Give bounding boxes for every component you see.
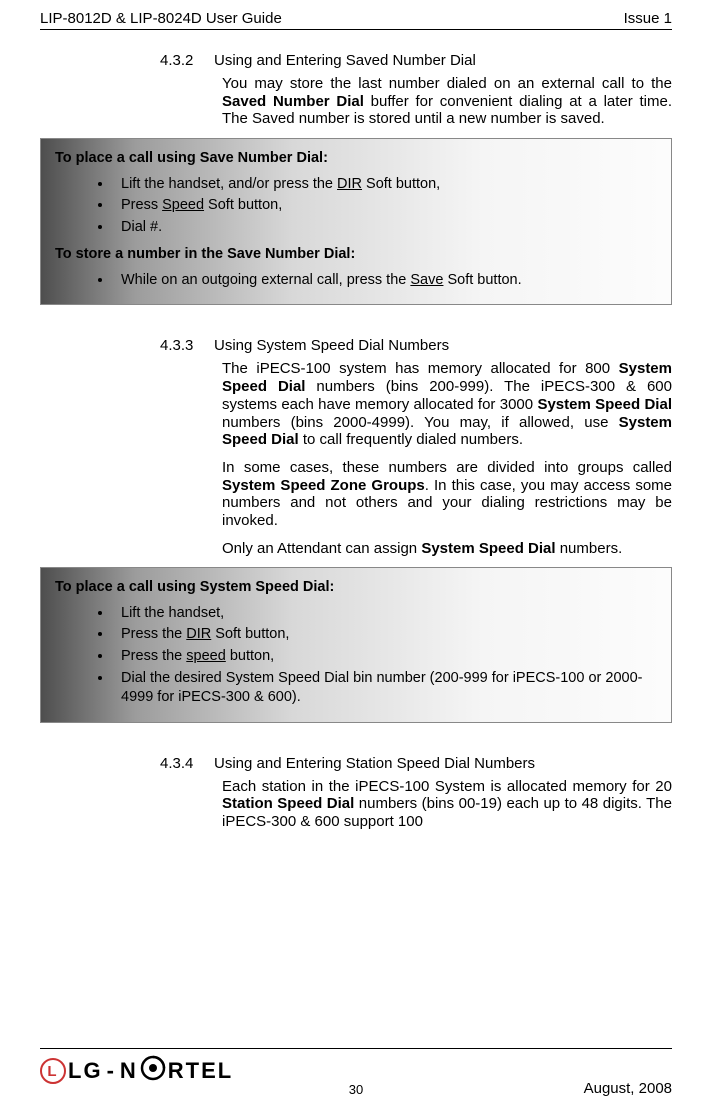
header-title-left: LIP-8012D & LIP-8024D User Guide bbox=[40, 10, 282, 27]
instruction-box-title: To place a call using Save Number Dial: bbox=[55, 149, 657, 169]
footer-date: August, 2008 bbox=[584, 1080, 672, 1097]
instruction-list: Lift the handset,Press the DIR Soft butt… bbox=[55, 604, 657, 708]
instruction-box: To place a call using System Speed Dial:… bbox=[40, 567, 672, 722]
instruction-box-title: To store a number in the Save Number Dia… bbox=[55, 245, 657, 265]
body-paragraph: Each station in the iPECS-100 System is … bbox=[222, 778, 672, 831]
instruction-box: To place a call using Save Number Dial: L… bbox=[40, 138, 672, 305]
section-heading: 4.3.4Using and Entering Station Speed Di… bbox=[160, 755, 672, 772]
page-number: 30 bbox=[349, 1082, 363, 1097]
section-title: Using System Speed Dial Numbers bbox=[214, 337, 449, 354]
lg-logo-text: LG bbox=[68, 1058, 103, 1084]
instruction-list: Lift the handset, and/or press the DIR S… bbox=[55, 175, 657, 238]
page-footer: L LG - N RTEL 30 August, 2008 bbox=[40, 1048, 672, 1099]
section-number: 4.3.4 bbox=[160, 755, 214, 772]
spacer bbox=[40, 741, 672, 755]
nortel-swirl-icon bbox=[140, 1055, 166, 1087]
section-heading: 4.3.3Using System Speed Dial Numbers bbox=[160, 337, 672, 354]
instruction-box-title: To place a call using System Speed Dial: bbox=[55, 578, 657, 598]
body-paragraph: You may store the last number dialed on … bbox=[222, 75, 672, 128]
page: LIP-8012D & LIP-8024D User Guide Issue 1… bbox=[0, 0, 712, 1109]
instruction-list-item: Press the DIR Soft button, bbox=[113, 625, 657, 645]
body-paragraph: Only an Attendant can assign System Spee… bbox=[222, 540, 672, 558]
lg-logo: L LG - N RTEL bbox=[40, 1055, 233, 1087]
spacer bbox=[40, 323, 672, 337]
section-number: 4.3.3 bbox=[160, 337, 214, 354]
instruction-list-item: Lift the handset, bbox=[113, 604, 657, 624]
instruction-list-item: Press the speed button, bbox=[113, 647, 657, 667]
section-title: Using and Entering Saved Number Dial bbox=[214, 52, 476, 69]
instruction-list-item: Dial the desired System Speed Dial bin n… bbox=[113, 669, 657, 708]
body-paragraph: In some cases, these numbers are divided… bbox=[222, 459, 672, 530]
section-heading: 4.3.2Using and Entering Saved Number Dia… bbox=[160, 52, 672, 69]
section-title: Using and Entering Station Speed Dial Nu… bbox=[214, 755, 535, 772]
instruction-list-item: Lift the handset, and/or press the DIR S… bbox=[113, 175, 657, 195]
lg-logo-circle-icon: L bbox=[40, 1058, 66, 1084]
section-number: 4.3.2 bbox=[160, 52, 214, 69]
logo-separator: - bbox=[107, 1058, 116, 1084]
nortel-logo-text-n: N bbox=[120, 1058, 138, 1084]
page-body: 4.3.2Using and Entering Saved Number Dia… bbox=[40, 52, 672, 841]
page-header: LIP-8012D & LIP-8024D User Guide Issue 1 bbox=[40, 10, 672, 30]
instruction-list: While on an outgoing external call, pres… bbox=[55, 271, 657, 291]
brand-logo: L LG - N RTEL bbox=[40, 1055, 233, 1087]
body-paragraph: The iPECS-100 system has memory allocate… bbox=[222, 360, 672, 448]
nortel-logo-text-rtel: RTEL bbox=[168, 1058, 233, 1084]
instruction-list-item: While on an outgoing external call, pres… bbox=[113, 271, 657, 291]
header-issue-right: Issue 1 bbox=[624, 10, 672, 27]
instruction-list-item: Press Speed Soft button, bbox=[113, 196, 657, 216]
instruction-list-item: Dial #. bbox=[113, 218, 657, 238]
